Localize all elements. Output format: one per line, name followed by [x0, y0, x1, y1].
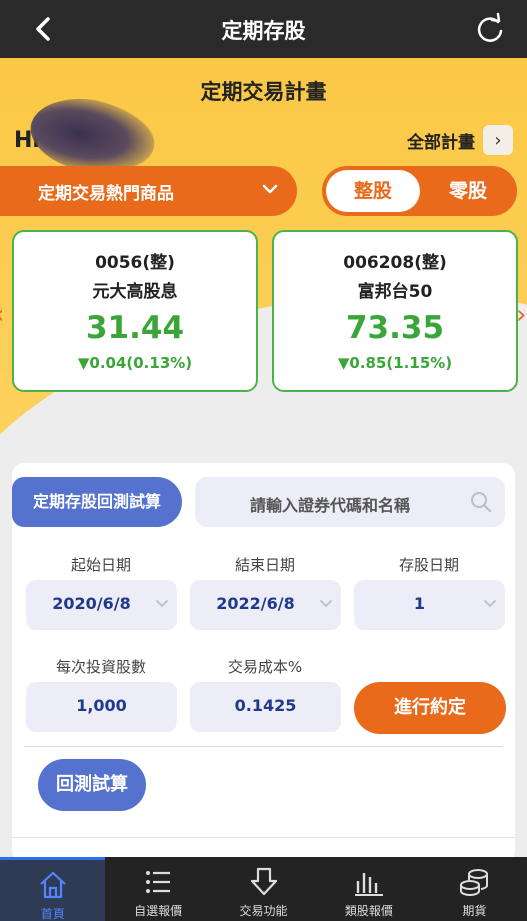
tab-backtest-calc[interactable]: 定期存股回測試算	[12, 477, 182, 527]
share-type-toggle: 整股 零股	[322, 166, 517, 216]
page-title: 定期存股	[221, 19, 306, 43]
confirm-agreement-button[interactable]: 進行約定	[354, 682, 506, 734]
backtest-panel: 定期存股回測試算 請輸入證券代碼和名稱 起始日期 結束日期 存股日期 2020/…	[12, 463, 515, 863]
shares-value: 1,000	[76, 696, 127, 715]
product-card[interactable]: 0056(整) 元大高股息 31.44 ▼0.04(0.13%)	[12, 230, 258, 392]
chevron-down-icon	[262, 184, 278, 194]
product-code: 0056(整)	[95, 253, 175, 273]
backtest-calc-button[interactable]: 回測試算	[38, 759, 146, 811]
bar-chart-icon	[354, 873, 383, 896]
search-placeholder: 請輸入證券代碼和名稱	[249, 496, 410, 515]
end-date-select[interactable]: 2022/6/8	[190, 580, 341, 630]
nav-watchlist[interactable]: 自選報價	[105, 857, 210, 921]
end-date-label: 結束日期	[234, 556, 295, 574]
home-icon	[39, 871, 66, 899]
cost-label: 交易成本%	[227, 658, 303, 676]
search-icon	[471, 492, 491, 512]
nav-home[interactable]: 首頁	[0, 857, 106, 921]
deposit-day-select[interactable]: 1	[354, 580, 505, 630]
nav-sectors-label: 類股報價	[344, 904, 393, 918]
start-date-select[interactable]: 2020/6/8	[26, 580, 177, 630]
list-icon	[146, 871, 171, 893]
all-plans-label: 全部計畫	[407, 132, 475, 153]
product-price: 73.35	[345, 310, 445, 346]
chevron-right-icon[interactable]: ›	[483, 125, 513, 155]
product-change: ▼0.85(1.15%)	[337, 354, 453, 372]
hot-products-label: 定期交易熱門商品	[38, 184, 174, 204]
carousel-prev-icon[interactable]: ‹	[0, 300, 4, 330]
cost-input[interactable]: 0.1425	[190, 682, 341, 732]
trade-arrow-icon	[250, 867, 277, 896]
nav-futures-label: 期貨	[462, 904, 487, 918]
nav-trade[interactable]: 交易功能	[211, 857, 316, 921]
chevron-down-icon	[484, 600, 496, 608]
start-date-value: 2020/6/8	[52, 594, 131, 613]
refresh-icon[interactable]	[473, 12, 507, 46]
nav-futures[interactable]: 期貨	[422, 857, 527, 921]
shares-label: 每次投資股數	[55, 658, 146, 676]
product-price: 31.44	[85, 310, 185, 346]
hero-section: 定期交易計畫 Hi 全部計畫 › 定期交易熱門商品 整股 零股 ‹ 0056(整…	[0, 58, 527, 458]
shares-input[interactable]: 1,000	[26, 682, 177, 732]
top-bar: 定期存股	[0, 0, 527, 58]
nav-watchlist-label: 自選報價	[134, 904, 183, 918]
segment-whole-share[interactable]: 整股	[326, 170, 420, 212]
chevron-down-icon	[320, 600, 332, 608]
product-code: 006208(整)	[343, 253, 447, 273]
divider	[12, 837, 515, 838]
cost-value: 0.1425	[234, 696, 297, 715]
product-change: ▼0.04(0.13%)	[77, 354, 193, 372]
bottom-nav: 首頁 自選報價 交易功能 類股報價 期貨	[0, 857, 527, 921]
segment-odd-lot[interactable]: 零股	[422, 170, 514, 212]
nav-sectors[interactable]: 類股報價	[316, 857, 421, 921]
start-date-label: 起始日期	[70, 556, 131, 574]
all-plans-link[interactable]: 全部計畫 ›	[407, 125, 513, 155]
coins-icon	[460, 869, 489, 896]
divider	[24, 746, 503, 747]
nav-trade-label: 交易功能	[239, 904, 288, 918]
deposit-day-label: 存股日期	[398, 556, 459, 574]
nav-home-label: 首頁	[40, 907, 65, 921]
deposit-day-value: 1	[413, 594, 426, 613]
carousel-next-icon[interactable]: ›	[516, 300, 526, 330]
hot-products-dropdown[interactable]: 定期交易熱門商品	[0, 166, 297, 216]
chevron-down-icon	[156, 600, 168, 608]
security-search-input[interactable]: 請輸入證券代碼和名稱	[195, 477, 505, 527]
product-name: 元大高股息	[92, 282, 178, 302]
product-card[interactable]: 006208(整) 富邦台50 73.35 ▼0.85(1.15%)	[272, 230, 518, 392]
end-date-value: 2022/6/8	[216, 594, 295, 613]
product-name: 富邦台50	[357, 282, 433, 302]
